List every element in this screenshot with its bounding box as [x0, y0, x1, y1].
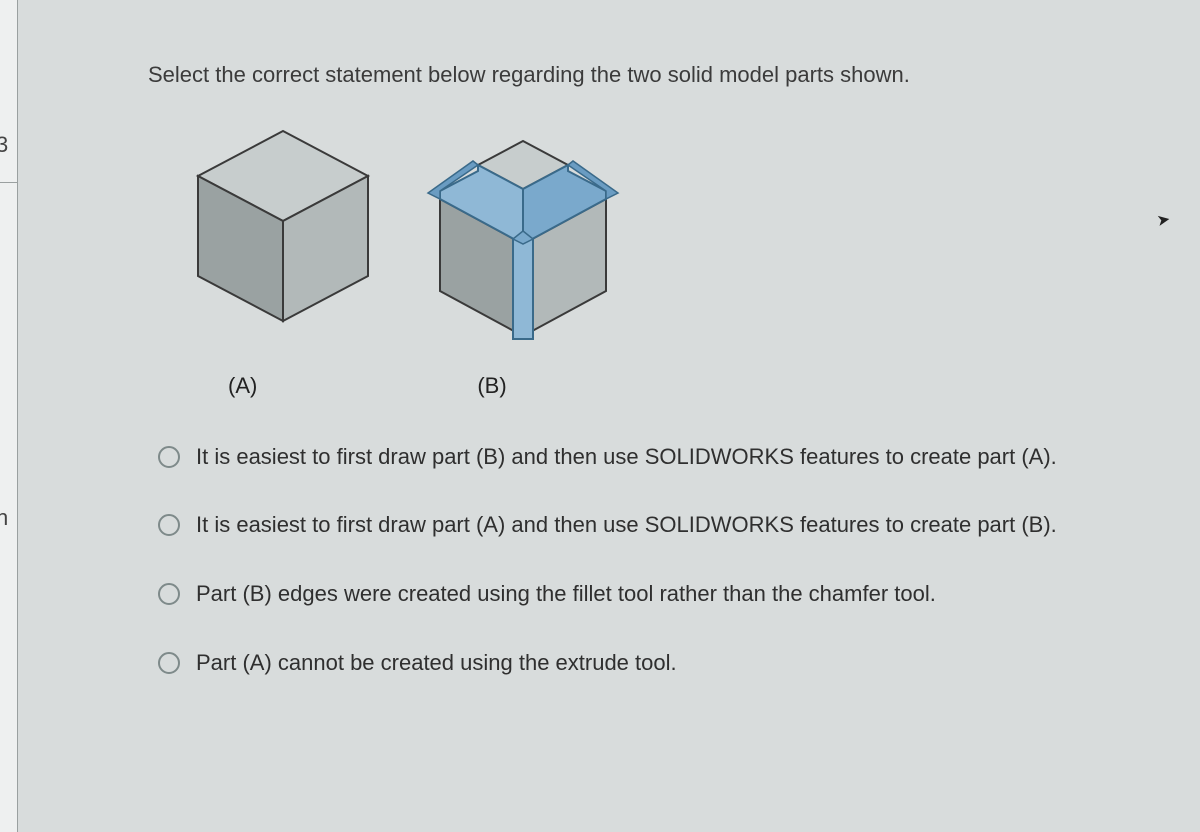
sidebar-letter: n — [0, 503, 8, 534]
option-text: Part (B) edges were created using the fi… — [196, 579, 1138, 610]
option-text: Part (A) cannot be created using the ext… — [196, 648, 1138, 679]
question-prompt: Select the correct statement below regar… — [148, 60, 1138, 91]
figure-labels: (A) (B) — [228, 371, 1138, 402]
figure-part-b — [418, 121, 628, 351]
label-b: (B) — [477, 371, 506, 402]
radio-icon[interactable] — [158, 514, 180, 536]
sidebar-top: 3 — [0, 0, 18, 182]
option-text: It is easiest to first draw part (A) and… — [196, 510, 1138, 541]
option-4[interactable]: Part (A) cannot be created using the ext… — [158, 648, 1138, 679]
cursor-icon: ➤ — [1155, 209, 1172, 233]
figure-part-a — [188, 121, 378, 331]
options-group: It is easiest to first draw part (B) and… — [158, 442, 1138, 679]
sidebar-question-number: 3 — [0, 130, 8, 161]
question-content: Select the correct statement below regar… — [148, 60, 1138, 717]
option-3[interactable]: Part (B) edges were created using the fi… — [158, 579, 1138, 610]
radio-icon[interactable] — [158, 446, 180, 468]
option-text: It is easiest to first draw part (B) and… — [196, 442, 1138, 473]
radio-icon[interactable] — [158, 583, 180, 605]
option-1[interactable]: It is easiest to first draw part (B) and… — [158, 442, 1138, 473]
label-a: (A) — [228, 371, 257, 402]
option-2[interactable]: It is easiest to first draw part (A) and… — [158, 510, 1138, 541]
sidebar-bottom: n — [0, 182, 18, 832]
radio-icon[interactable] — [158, 652, 180, 674]
figure-row — [188, 121, 1138, 351]
